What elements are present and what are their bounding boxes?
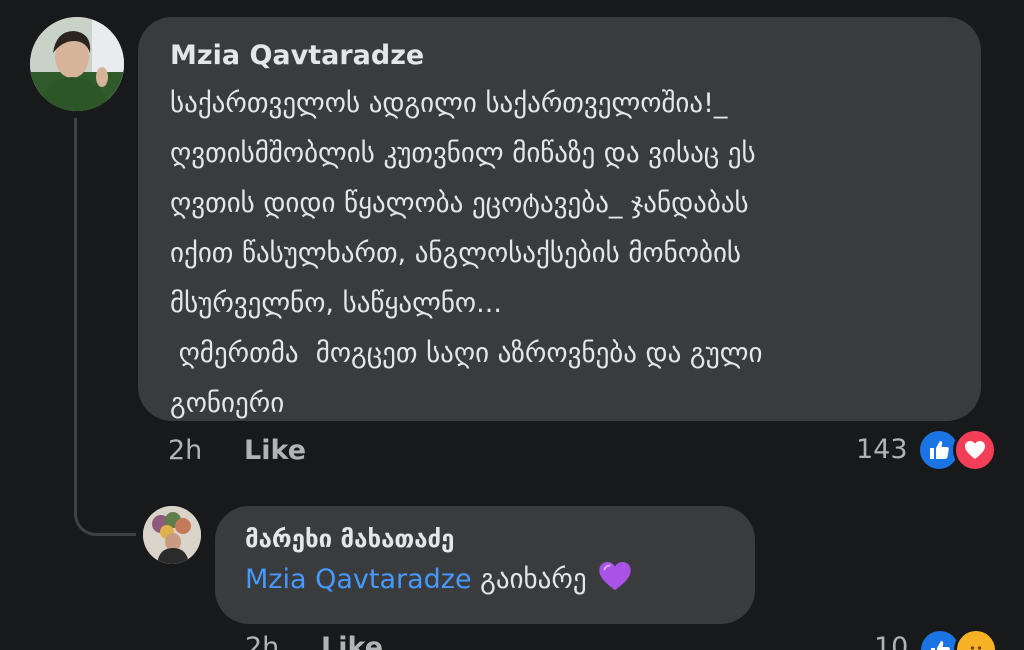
purple-heart-icon [597, 558, 633, 594]
avatar-photo [30, 17, 124, 111]
like-button[interactable]: Like [321, 632, 383, 650]
avatar-photo [143, 506, 201, 564]
reaction-summary[interactable]: 10 [874, 628, 1004, 650]
reply-text: Mzia Qavtaradze გაიხარე [245, 558, 727, 602]
comment-bubble: Mzia Qavtaradze საქართველოს ადგილი საქარ… [138, 17, 981, 421]
love-icon [953, 428, 997, 472]
avatar[interactable] [143, 506, 201, 564]
comment-text-line: ღვთისმშობლის კუთვნილ მიწაზე და ვისაც ეს [170, 138, 756, 169]
reply-bubble: მარეხი მახათაძე Mzia Qavtaradze გაიხარე [215, 506, 755, 624]
reaction-summary[interactable]: 143 [856, 428, 1006, 472]
comment-author[interactable]: Mzia Qavtaradze [170, 39, 951, 73]
avatar[interactable] [30, 17, 124, 111]
comment-text-line: მსურველნო, საწყალნო... [170, 288, 502, 319]
care-icon [954, 628, 998, 650]
comment-thread: Mzia Qavtaradze საქართველოს ადგილი საქარ… [0, 0, 1024, 650]
mention-link[interactable]: Mzia Qavtaradze [245, 564, 472, 595]
reply-message: გაიხარე [471, 564, 587, 595]
reply-author[interactable]: მარეხი მახათაძე [245, 524, 727, 554]
reaction-count: 143 [856, 434, 908, 465]
reply-timestamp[interactable]: 2h [245, 632, 279, 650]
comment-text-line: ღმერთმა მოგცეთ საღი აზროვნება და გული [170, 338, 763, 369]
like-button[interactable]: Like [244, 435, 306, 466]
comment-text-line: ღვთის დიდი წყალობა ეცოტავება_ ჯანდაბას [170, 188, 749, 219]
reply-actions: 2h Like [245, 632, 445, 650]
comment-text-line: იქით წასულხართ, ანგლოსაქსების მონობის [170, 238, 742, 269]
comment-timestamp[interactable]: 2h [168, 435, 202, 466]
comment-actions: 2h Like [168, 435, 368, 471]
thread-connector-line [74, 118, 136, 536]
comment-text-line: საქართველოს ადგილი საქართველოშია!_ [170, 88, 728, 119]
comment-text-line: გონიერი [170, 388, 285, 419]
reaction-count: 10 [874, 632, 909, 650]
